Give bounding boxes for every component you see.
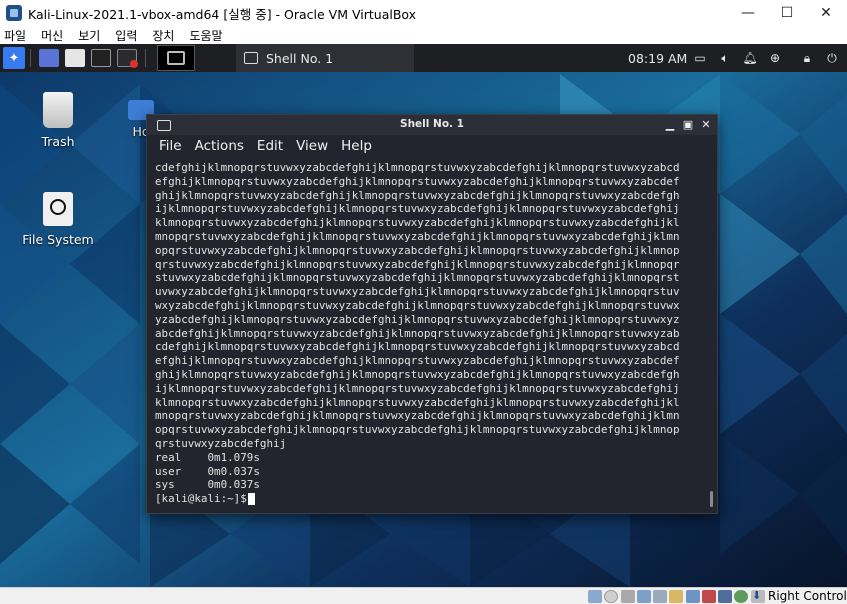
text-cursor <box>247 493 255 506</box>
terminal-output-line: opqrstuvwxyzabcdefghijklmnopqrstuvwxyzab… <box>155 243 680 257</box>
terminal-output-line: yzabcdefghijklmnopqrstuvwxyzabcdefghijkl… <box>155 312 680 326</box>
terminal-icon[interactable] <box>91 49 111 67</box>
window-title: Kali-Linux-2021.1-vbox-amd64 [실행 중] - Or… <box>28 6 417 22</box>
taskbar-task-shell[interactable]: Shell No. 1 <box>236 44 414 72</box>
terminal-output-line: wxyzabcdefghijklmnopqrstuvwxyzabcdefghij… <box>155 298 680 312</box>
terminal-output[interactable]: cdefghijklmnopqrstuvwxyzabcdefghijklmnop… <box>155 161 707 509</box>
trash-icon <box>43 92 73 128</box>
panel-clock[interactable]: 08:19 AM <box>628 51 687 66</box>
power-icon[interactable]: ⏻ <box>824 50 840 66</box>
minimize-icon[interactable]: ▁ <box>663 117 677 131</box>
recording-icon[interactable] <box>702 590 716 603</box>
terminal-scrollbar[interactable] <box>710 491 713 507</box>
terminal-output-line: ghijklmnopqrstuvwxyzabcdefghijklmnopqrst… <box>155 367 680 381</box>
terminal-output-line: mnopqrstuvwxyzabcdefghijklmnopqrstuvwxyz… <box>155 229 680 243</box>
terminal-output-line: ijklmnopqrstuvwxyzabcdefghijklmnopqrstuv… <box>155 381 680 395</box>
host-key-arrow-icon: ⬇ <box>752 589 762 602</box>
desktop-icon-label: Trash <box>41 134 75 149</box>
terminal-lines: cdefghijklmnopqrstuvwxyzabcdefghijklmnop… <box>155 161 707 492</box>
terminal-output-line: efghijklmnopqrstuvwxyzabcdefghijklmnopqr… <box>155 354 680 368</box>
audio-icon[interactable] <box>621 590 635 603</box>
files-icon[interactable] <box>39 49 59 67</box>
folder-icon[interactable] <box>65 49 85 67</box>
drive-icon <box>43 192 73 226</box>
shared-folder-icon[interactable] <box>669 590 683 603</box>
terminal-menu-view[interactable]: View <box>296 138 328 154</box>
terminal-prompt-line[interactable]: [kali@kali:~]$ <box>155 492 707 506</box>
terminal-icon <box>244 52 258 64</box>
terminal-output-line: real 0m1.079s <box>155 450 260 464</box>
panel-separator <box>30 49 31 67</box>
panel-separator <box>145 49 146 67</box>
optical-drive-icon[interactable] <box>604 590 618 603</box>
terminal-window[interactable]: Shell No. 1 ▁ ▣ ✕ File Actions Edit View… <box>146 114 718 514</box>
close-button[interactable]: ✕ <box>807 0 845 26</box>
terminal-output-line: qrstuvwxyzabcdefghijklmnopqrstuvwxyzabcd… <box>155 257 680 271</box>
volume-icon[interactable]: 🔈︎ <box>717 50 733 66</box>
kali-dragon-icon[interactable]: ✦ <box>3 47 25 69</box>
terminal-output-line: uvwxyzabcdefghijklmnopqrstuvwxyzabcdefgh… <box>155 285 680 299</box>
display-icon[interactable] <box>686 590 700 603</box>
desktop-icon-label: File System <box>22 232 94 247</box>
host-key-label: Right Control <box>768 589 847 603</box>
vtx-icon <box>718 590 732 603</box>
terminal-output-line: abcdefghijklmnopqrstuvwxyzabcdefghijklmn… <box>155 326 680 340</box>
vm-menubar: 파일 머신 보기 입력 장치 도움말 <box>0 26 847 44</box>
taskbar-task-label: Shell No. 1 <box>266 50 334 66</box>
menu-input[interactable]: 입력 <box>115 27 137 44</box>
update-icon[interactable]: ⊕ <box>767 50 783 66</box>
terminal-output-line: opqrstuvwxyzabcdefghijklmnopqrstuvwxyzab… <box>155 423 680 437</box>
terminal-output-line: ijklmnopqrstuvwxyzabcdefghijklmnopqrstuv… <box>155 202 680 216</box>
terminal-menubar: File Actions Edit View Help <box>147 135 717 157</box>
shell-prompt: [kali@kali:~]$ <box>155 492 247 506</box>
terminal-output-line: efghijklmnopqrstuvwxyzabcdefghijklmnopqr… <box>155 174 680 188</box>
workspace-thumbnail <box>167 51 185 65</box>
terminal-menu-edit[interactable]: Edit <box>257 138 283 154</box>
menu-help[interactable]: 도움말 <box>189 27 222 44</box>
menu-file[interactable]: 파일 <box>4 27 26 44</box>
usb-icon[interactable] <box>653 590 667 603</box>
terminal-output-line: ghijklmnopqrstuvwxyzabcdefghijklmnopqrst… <box>155 188 680 202</box>
minimize-button[interactable]: — <box>729 0 767 26</box>
terminal-output-line: klmnopqrstuvwxyzabcdefghijklmnopqrstuvwx… <box>155 216 680 230</box>
close-icon[interactable]: ✕ <box>699 117 713 131</box>
terminal-output-line: cdefghijklmnopqrstuvwxyzabcdefghijklmnop… <box>155 340 680 354</box>
guest-screen[interactable]: ✦ Shell No. 1 08:19 AM ▭ 🔈︎ 🔔︎ ⊕ 🔒︎ ⏻ Tr… <box>0 44 847 587</box>
browser-icon[interactable] <box>117 49 138 68</box>
terminal-output-line: user 0m0.037s <box>155 464 260 478</box>
menu-machine[interactable]: 머신 <box>41 27 63 44</box>
display-icon[interactable]: ▭ <box>692 50 708 66</box>
terminal-output-line: sys 0m0.037s <box>155 478 260 492</box>
workspace-switcher[interactable] <box>157 45 195 71</box>
terminal-titlebar[interactable]: Shell No. 1 ▁ ▣ ✕ <box>147 115 717 135</box>
terminal-output-line: klmnopqrstuvwxyzabcdefghijklmnopqrstuvwx… <box>155 395 680 409</box>
terminal-output-line: cdefghijklmnopqrstuvwxyzabcdefghijklmnop… <box>155 161 680 174</box>
virtualbox-app-icon <box>6 5 22 21</box>
hdd-icon[interactable] <box>588 590 602 603</box>
terminal-title: Shell No. 1 <box>400 118 464 130</box>
cpu-icon <box>734 590 748 603</box>
bell-icon[interactable]: 🔔︎ <box>742 50 758 66</box>
vm-window-titlebar: Kali-Linux-2021.1-vbox-amd64 [실행 중] - Or… <box>0 0 847 26</box>
network-icon[interactable] <box>637 590 651 603</box>
desktop-icon-file-system[interactable]: File System <box>20 192 96 247</box>
terminal-menu-file[interactable]: File <box>159 138 182 154</box>
maximize-icon[interactable]: ▣ <box>681 117 695 131</box>
vm-statusbar: ⬇ Right Control <box>0 587 847 604</box>
menu-view[interactable]: 보기 <box>78 27 100 44</box>
terminal-output-line: qrstuvwxyzabcdefghij <box>155 436 287 450</box>
terminal-menu-help[interactable]: Help <box>341 138 372 154</box>
desktop-icon-trash[interactable]: Trash <box>30 92 86 149</box>
lock-icon[interactable]: 🔒︎ <box>799 50 815 66</box>
maximize-button[interactable]: ☐ <box>768 0 806 26</box>
terminal-output-line: mnopqrstuvwxyzabcdefghijklmnopqrstuvwxyz… <box>155 409 680 423</box>
menu-devices[interactable]: 장치 <box>152 27 174 44</box>
terminal-output-line: stuvwxyzabcdefghijklmnopqrstuvwxyzabcdef… <box>155 271 680 285</box>
terminal-menu-actions[interactable]: Actions <box>195 138 244 154</box>
